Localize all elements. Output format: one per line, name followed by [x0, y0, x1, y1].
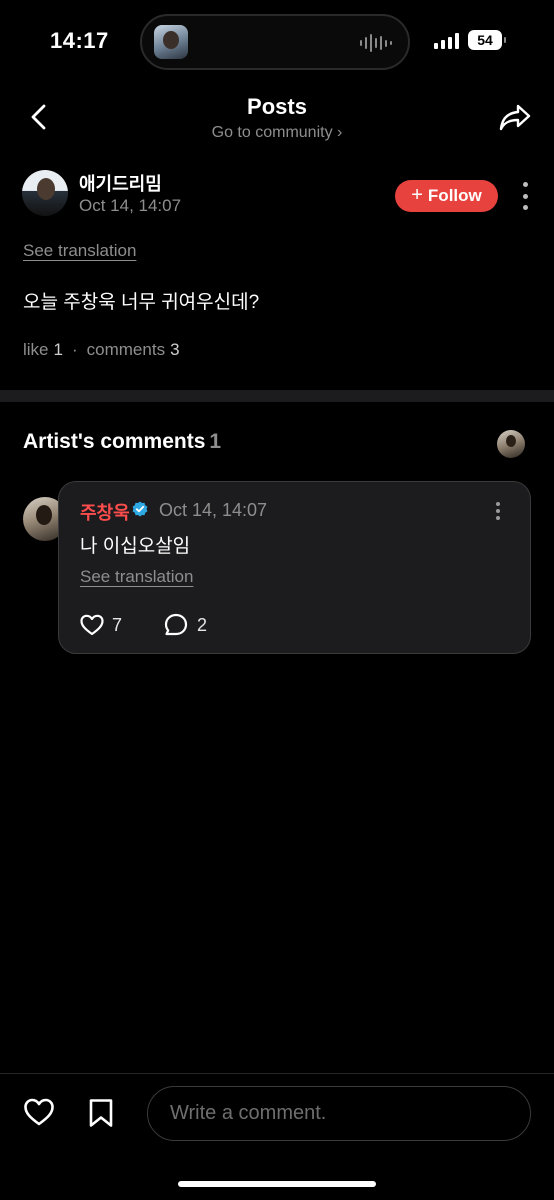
battery-icon: 54	[468, 30, 506, 50]
artist-comments-count: 1	[209, 430, 222, 453]
post-more-button[interactable]	[517, 182, 533, 210]
like-label: like	[23, 340, 49, 359]
comment-input[interactable]	[147, 1086, 531, 1141]
audio-waveform-icon	[360, 34, 392, 52]
comment-more-button[interactable]	[494, 502, 502, 520]
author-name[interactable]: 애기드리밈	[79, 170, 162, 196]
follow-label: Follow	[427, 186, 482, 205]
separator-dot: ·	[71, 340, 78, 359]
status-bar: 14:17 54	[0, 0, 554, 84]
comment-like-button[interactable]: 7	[79, 612, 122, 638]
bookmark-icon	[89, 1099, 113, 1127]
comments-label[interactable]: comments	[87, 340, 165, 360]
like-count: 1	[53, 340, 63, 359]
go-to-community-link[interactable]: Go to community ›	[0, 124, 554, 142]
share-button[interactable]	[498, 102, 532, 132]
more-vertical-icon	[496, 502, 500, 506]
comment-text: 나 이십오살임	[80, 536, 191, 557]
verified-badge-icon	[132, 501, 148, 517]
author-avatar[interactable]	[22, 170, 68, 216]
plus-icon: +	[411, 184, 423, 206]
comment-reply-count: 2	[197, 614, 208, 635]
post-body: 오늘 주창욱 너무 귀여우신데?	[23, 292, 260, 313]
comment-timestamp: Oct 14, 14:07	[159, 500, 268, 520]
status-time: 14:17	[50, 28, 109, 53]
home-indicator[interactable]	[178, 1181, 376, 1187]
artist-comments-heading: Artist's comments 1	[23, 430, 221, 454]
cellular-signal-icon	[434, 33, 459, 49]
post-stats: like 1 · comments 3	[23, 340, 180, 360]
nav-header: Posts Go to community ›	[0, 84, 554, 150]
battery-level: 54	[477, 32, 493, 48]
dynamic-island[interactable]	[140, 14, 410, 70]
post-see-translation[interactable]: See translation	[23, 241, 136, 261]
bookmark-button[interactable]	[88, 1098, 114, 1128]
heart-icon	[24, 1098, 54, 1126]
artist-comments-title: Artist's comments	[23, 430, 206, 453]
comment-reply-button[interactable]: 2	[163, 612, 207, 638]
comment-bubble-icon	[164, 613, 188, 636]
more-vertical-icon	[522, 182, 528, 187]
follow-button[interactable]: + Follow	[395, 180, 498, 212]
heart-icon	[80, 614, 104, 636]
post-timestamp: Oct 14, 14:07	[79, 196, 182, 215]
share-arrow-icon	[499, 104, 531, 131]
comment-author-name[interactable]: 주창욱	[80, 499, 130, 525]
post-like-button[interactable]	[23, 1097, 55, 1127]
now-playing-thumbnail	[154, 25, 188, 59]
post-author: 애기드리밈 Oct 14, 14:07 + Follow	[0, 168, 554, 222]
artist-comment-card: 주창욱 Oct 14, 14:07 나 이십오살임 See translatio…	[58, 481, 531, 654]
section-divider	[0, 390, 554, 402]
artist-avatar-small[interactable]	[497, 430, 525, 458]
comment-see-translation[interactable]: See translation	[80, 567, 193, 587]
comments-count[interactable]: 3	[170, 340, 179, 360]
comment-like-count: 7	[112, 614, 123, 635]
page-title: Posts	[247, 94, 307, 119]
